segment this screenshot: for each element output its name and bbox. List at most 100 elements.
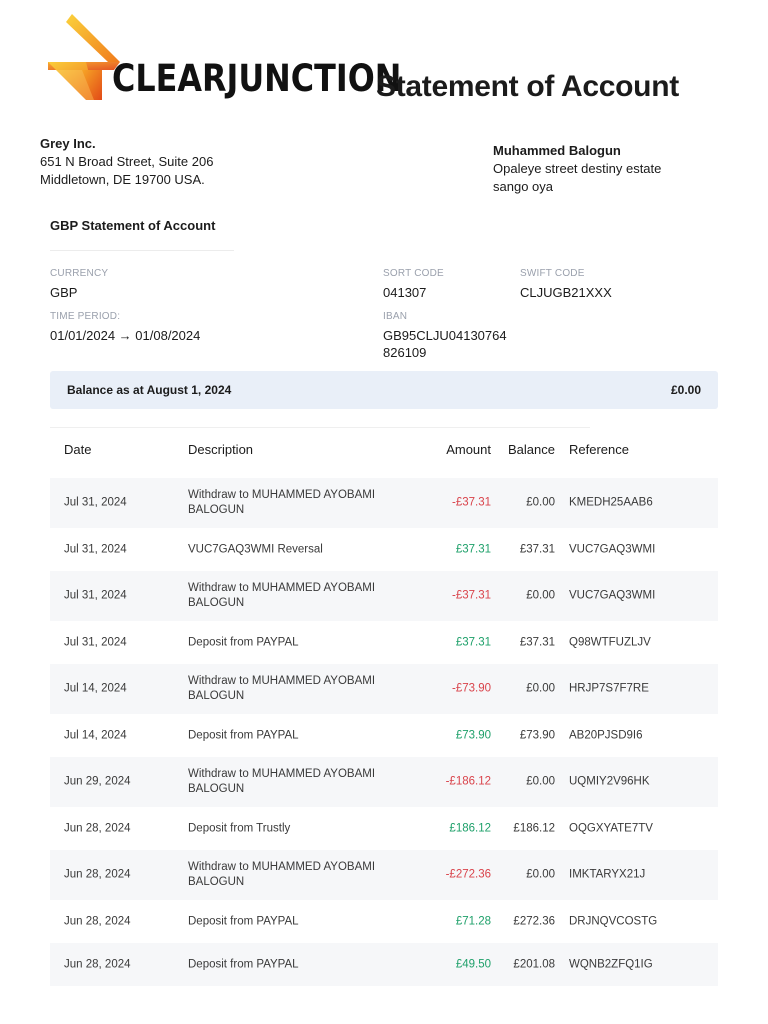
row-date: Jun 28, 2024 (64, 822, 131, 834)
row-description: Withdraw to MUHAMMED AYOBAMI BALOGUN (188, 861, 376, 888)
swift-code-label: SWIFT CODE (520, 268, 585, 279)
sort-code-label: SORT CODE (383, 268, 444, 279)
column-header-date: Date (64, 442, 92, 457)
row-description: Deposit from PAYPAL (188, 729, 299, 741)
page-title: Statement of Account (376, 70, 679, 103)
table-row: Jun 28, 2024 Withdraw to MUHAMMED AYOBAM… (50, 850, 718, 900)
row-balance: £272.36 (513, 915, 555, 927)
column-header-balance: Balance (508, 442, 555, 457)
row-reference: DRJNQVCOSTG (569, 915, 658, 927)
row-balance: £0.00 (526, 496, 555, 509)
row-amount: -£186.12 (445, 775, 491, 788)
table-row: Jul 14, 2024 Deposit from PAYPAL £73.90 … (50, 714, 718, 757)
row-reference: VUC7GAQ3WMI (569, 589, 656, 602)
client-address-line2: sango oya (493, 179, 553, 194)
section-title: GBP Statement of Account (50, 218, 216, 233)
table-row: Jun 28, 2024 Deposit from PAYPAL £49.50 … (50, 943, 718, 986)
balance-value: £0.00 (670, 383, 701, 397)
table-row: Jun 28, 2024 Deposit from Trustly £186.1… (50, 807, 718, 850)
row-date: Jul 31, 2024 (64, 543, 127, 555)
table-row: Jul 31, 2024 Withdraw to MUHAMMED AYOBAM… (50, 478, 718, 528)
row-date: Jul 31, 2024 (64, 496, 127, 509)
row-balance: £0.00 (526, 682, 555, 695)
sender-address: Grey Inc. 651 N Broad Street, Suite 206 … (40, 135, 213, 189)
divider (50, 427, 590, 428)
row-amount: £37.31 (455, 543, 491, 555)
row-balance: £0.00 (526, 868, 555, 881)
table-row: Jun 29, 2024 Withdraw to MUHAMMED AYOBAM… (50, 757, 718, 807)
row-reference: VUC7GAQ3WMI (569, 543, 656, 555)
time-period-field: TIME PERIOD: 01/01/2024 → 01/08/2024 (50, 311, 200, 344)
time-period-value: 01/01/2024 → 01/08/2024 (50, 328, 201, 343)
company-address-line2: Middletown, DE 19700 USA. (40, 172, 205, 187)
table-row: Jun 28, 2024 Deposit from PAYPAL £71.28 … (50, 900, 718, 943)
company-address-line1: 651 N Broad Street, Suite 206 (40, 154, 214, 169)
row-balance: £0.00 (526, 589, 555, 602)
transactions-table-header: Date Description Amount Balance Referenc… (50, 432, 718, 468)
column-header-description: Description (188, 442, 254, 457)
row-reference: WQNB2ZFQ1IG (569, 958, 653, 970)
currency-value: GBP (50, 285, 78, 300)
logo-wordmark: CLEARJUNCTION (112, 57, 402, 100)
iban-value-line2: 826109 (383, 345, 427, 360)
row-amount: £186.12 (449, 822, 491, 834)
transactions-table-body: Jul 31, 2024 Withdraw to MUHAMMED AYOBAM… (50, 478, 718, 986)
sort-code-value: 041307 (383, 285, 427, 300)
divider (50, 250, 234, 251)
row-amount: £49.50 (455, 958, 491, 970)
balance-summary: Balance as at August 1, 2024 £0.00 (50, 371, 718, 409)
column-header-reference: Reference (569, 442, 629, 457)
row-date: Jun 28, 2024 (64, 868, 131, 881)
row-description: Deposit from Trustly (188, 822, 291, 834)
row-reference: IMKTARYX21J (569, 868, 646, 881)
row-reference: UQMIY2V96HK (569, 775, 650, 788)
row-balance: £73.90 (519, 729, 555, 741)
row-amount: £73.90 (455, 729, 491, 741)
table-row: Jul 31, 2024 Withdraw to MUHAMMED AYOBAM… (50, 571, 718, 621)
row-reference: KMEDH25AAB6 (569, 496, 653, 509)
row-reference: AB20PJSD9I6 (569, 729, 643, 741)
row-reference: Q98WTFUZLJV (569, 636, 651, 648)
row-description: Deposit from PAYPAL (188, 958, 299, 970)
table-row: Jul 31, 2024 Deposit from PAYPAL £37.31 … (50, 621, 718, 664)
sort-code-field: SORT CODE 041307 (383, 268, 444, 301)
row-description: VUC7GAQ3WMI Reversal (188, 543, 323, 555)
currency-label: CURRENCY (50, 268, 109, 279)
row-balance: £0.00 (526, 775, 555, 788)
row-date: Jun 28, 2024 (64, 958, 131, 970)
row-amount: -£272.36 (445, 868, 491, 881)
balance-label: Balance as at August 1, 2024 (67, 383, 232, 397)
row-balance: £201.08 (513, 958, 555, 970)
row-date: Jun 29, 2024 (64, 775, 131, 788)
swift-code-field: SWIFT CODE CLJUGB21XXX (520, 268, 612, 301)
row-description: Deposit from PAYPAL (188, 636, 299, 648)
row-amount: £37.31 (455, 636, 491, 648)
row-date: Jul 31, 2024 (64, 589, 127, 602)
table-row: Jul 14, 2024 Withdraw to MUHAMMED AYOBAM… (50, 664, 718, 714)
column-header-amount: Amount (446, 442, 491, 457)
table-row: Jul 31, 2024 VUC7GAQ3WMI Reversal £37.31… (50, 528, 718, 571)
row-description: Withdraw to MUHAMMED AYOBAMI BALOGUN (188, 582, 376, 609)
row-date: Jul 14, 2024 (64, 729, 127, 741)
row-description: Deposit from PAYPAL (188, 915, 299, 927)
row-amount: -£37.31 (451, 496, 491, 509)
clearjunction-logo: CLEARJUNCTION (46, 14, 401, 104)
row-description: Withdraw to MUHAMMED AYOBAMI BALOGUN (188, 675, 376, 702)
client-address-line1: Opaleye street destiny estate (493, 161, 662, 176)
row-date: Jun 28, 2024 (64, 915, 131, 927)
iban-value-line1: GB95CLJU04130764 (383, 328, 507, 343)
swift-code-value: CLJUGB21XXX (520, 285, 612, 300)
row-amount: -£37.31 (451, 589, 491, 602)
row-reference: HRJP7S7F7RE (569, 682, 649, 695)
row-reference: OQGXYATE7TV (569, 822, 653, 834)
row-balance: £186.12 (513, 822, 555, 834)
row-date: Jul 14, 2024 (64, 682, 127, 695)
row-balance: £37.31 (519, 543, 555, 555)
company-name: Grey Inc. (40, 136, 96, 151)
row-description: Withdraw to MUHAMMED AYOBAMI BALOGUN (188, 768, 376, 795)
iban-field: IBAN GB95CLJU04130764 826109 (383, 311, 507, 361)
row-balance: £37.31 (519, 636, 555, 648)
time-period-label: TIME PERIOD: (50, 311, 121, 322)
client-name: Muhammed Balogun (493, 143, 621, 158)
row-amount: -£73.90 (451, 682, 491, 695)
